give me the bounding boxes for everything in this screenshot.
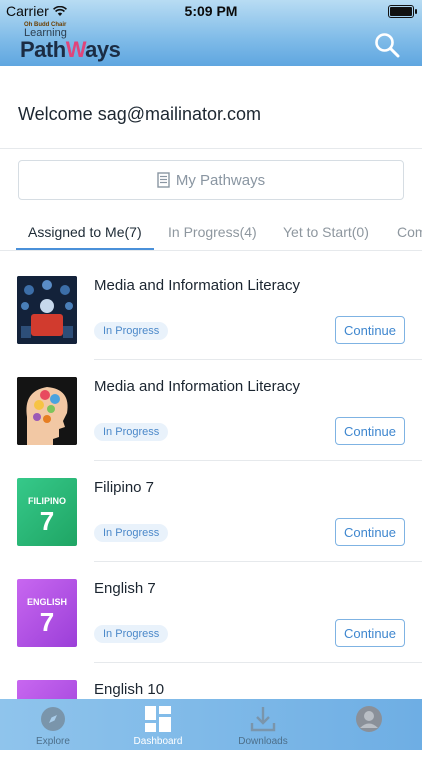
list-item[interactable]: Media and Information Literacy In Progre… (0, 260, 422, 360)
bottom-tab-bar: Explore Dashboard Downloads (0, 699, 422, 750)
tab-assigned[interactable]: Assigned to Me(7) (28, 224, 142, 240)
filipino-thumbnail: FILIPINO 7 (17, 478, 77, 546)
status-badge: In Progress (94, 322, 169, 340)
filter-tabs: Assigned to Me(7) In Progress(4) Yet to … (0, 220, 422, 250)
status-badge: In Progress (94, 423, 169, 441)
tab-in-progress[interactable]: In Progress(4) (168, 224, 257, 240)
logo-ays: ays (85, 37, 121, 62)
download-icon (250, 707, 276, 732)
continue-button[interactable]: Continue (335, 316, 405, 344)
item-title: English 10 (94, 681, 165, 698)
item-title: Media and Information Literacy (94, 378, 300, 395)
list-item[interactable]: ENGLISH 7 English 7 In Progress Continue (0, 563, 422, 663)
media-icon (17, 276, 77, 344)
tab-explore[interactable]: Explore (11, 699, 95, 750)
search-icon[interactable] (374, 32, 400, 58)
continue-button[interactable]: Continue (335, 518, 405, 546)
tab-yet-to-start[interactable]: Yet to Start(0) (283, 224, 369, 240)
continue-button[interactable]: Continue (335, 417, 405, 445)
document-icon (157, 172, 170, 188)
tab-profile[interactable] (327, 699, 411, 750)
my-pathways-label: My Pathways (175, 171, 266, 189)
divider (0, 148, 422, 149)
tab-downloads[interactable]: Downloads (221, 699, 305, 750)
my-pathways-button[interactable]: My Pathways (18, 160, 404, 200)
head-icon (17, 377, 77, 445)
app-logo: Oh Budd Chair Learning PathWays (20, 22, 121, 62)
divider (94, 662, 422, 663)
list-item[interactable]: FILIPINO 7 Filipino 7 In Progress Contin… (0, 462, 422, 562)
status-time: 5:09 PM (184, 3, 238, 19)
logo-path: Path (20, 37, 66, 62)
status-bar: Carrier 5:09 PM (0, 0, 422, 22)
continue-button[interactable]: Continue (335, 619, 405, 647)
status-badge: In Progress (94, 524, 169, 542)
thumbnail-number: 7 (39, 506, 55, 536)
dashboard-icon (145, 706, 171, 732)
thumbnail-label: FILIPINO (28, 496, 66, 506)
english-thumbnail: ENGLISH 7 (17, 579, 77, 647)
welcome-text: Welcome sag@mailinator.com (18, 104, 262, 124)
divider (0, 250, 422, 251)
divider (94, 359, 422, 360)
header: Carrier 5:09 PM Oh Budd Chair Learning P… (0, 0, 422, 66)
compass-icon (41, 707, 65, 731)
thumbnail-label: ENGLISH (26, 597, 67, 607)
divider (94, 561, 422, 562)
tab-label: Explore (36, 736, 70, 747)
tab-dashboard[interactable]: Dashboard (116, 699, 200, 750)
tab-completed[interactable]: Com (397, 224, 422, 240)
tab-label: Dashboard (133, 736, 183, 747)
tab-label: Downloads (238, 736, 288, 747)
profile-icon (356, 706, 382, 732)
logo-w: W (65, 37, 86, 62)
item-title: Media and Information Literacy (94, 277, 300, 294)
item-title: Filipino 7 (94, 479, 155, 496)
battery-icon (388, 5, 417, 18)
item-title: English 7 (94, 580, 156, 597)
list-item[interactable]: Media and Information Literacy In Progre… (0, 361, 422, 461)
divider (94, 460, 422, 461)
thumbnail-number: 7 (39, 607, 55, 637)
status-badge: In Progress (94, 625, 169, 643)
